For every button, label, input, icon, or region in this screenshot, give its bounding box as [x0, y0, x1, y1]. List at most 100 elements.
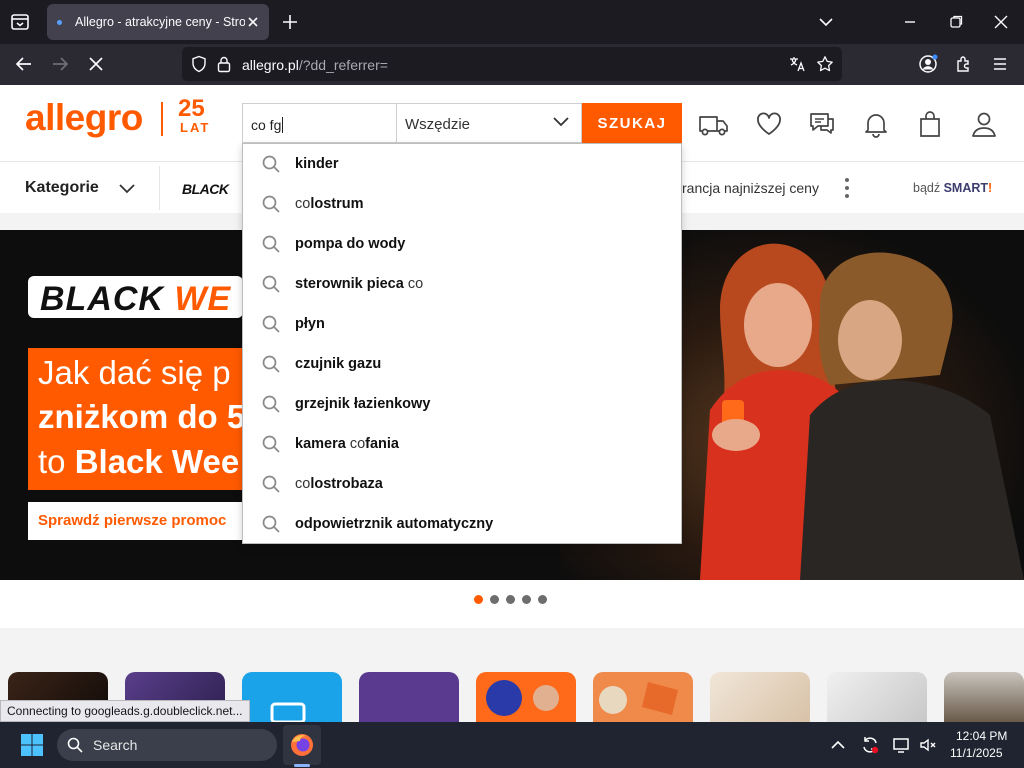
black-week-link[interactable]: BLACK: [182, 181, 229, 197]
status-bar-tooltip: Connecting to googleads.g.doubleclick.ne…: [0, 700, 250, 722]
anniversary-word: LAT: [180, 120, 211, 135]
carousel-band: [0, 580, 1024, 628]
messages-chat-icon[interactable]: [807, 109, 837, 139]
promo-tile[interactable]: [710, 672, 810, 722]
carousel-dot[interactable]: [522, 595, 531, 604]
search-suggestion-text: kamera cofania: [295, 436, 399, 452]
user-profile-icon[interactable]: [969, 109, 999, 139]
close-window-icon[interactable]: [991, 12, 1011, 32]
promo-line-1: Jak dać się p: [38, 354, 231, 391]
search-suggestions-dropdown: kinder colostrum pompa do wody sterownik pi…: [242, 143, 682, 544]
divider: [159, 166, 160, 210]
promo-tile[interactable]: [242, 672, 342, 722]
volume-muted-icon[interactable]: [918, 735, 938, 755]
search-suggestion-item[interactable]: colostrum: [243, 184, 681, 224]
forward-arrow-icon[interactable]: [50, 54, 70, 74]
search-suggestion-text: pompa do wody: [295, 236, 406, 252]
search-suggestion-item[interactable]: odpowietrznik automatyczny: [243, 504, 681, 544]
search-icon: [261, 394, 281, 414]
sync-update-icon[interactable]: [860, 735, 880, 755]
search-input[interactable]: co fg: [242, 103, 397, 143]
lock-icon[interactable]: [216, 55, 232, 73]
account-icon[interactable]: [918, 54, 938, 74]
list-all-tabs-chevron-icon[interactable]: [816, 12, 836, 32]
search-suggestion-item[interactable]: czujnik gazu: [243, 344, 681, 384]
translate-icon[interactable]: [788, 55, 806, 73]
black-week-badge: BLACK WE: [28, 276, 244, 318]
search-suggestion-text: czujnik gazu: [295, 356, 382, 372]
taskbar-search-box[interactable]: Search: [57, 729, 277, 761]
delivery-truck-icon[interactable]: [697, 109, 728, 139]
search-suggestion-item[interactable]: kinder: [243, 144, 681, 184]
search-suggestion-text: kinder: [295, 156, 339, 172]
tab-close-icon[interactable]: [245, 14, 261, 30]
search-suggestion-text: grzejnik łazienkowy: [295, 396, 431, 412]
bookmark-star-icon[interactable]: [816, 55, 834, 73]
network-display-icon[interactable]: [892, 735, 912, 755]
carousel-dot[interactable]: [538, 595, 547, 604]
browser-nav-bar: allegro.pl/?dd_referrer=: [0, 44, 1024, 85]
promo-tile[interactable]: [359, 672, 459, 722]
taskbar-search-label: Search: [93, 737, 138, 753]
hero-photo-man: [800, 245, 1024, 580]
notifications-bell-icon[interactable]: [861, 109, 891, 139]
search-suggestion-item[interactable]: kamera cofania: [243, 424, 681, 464]
tracking-protection-shield-icon[interactable]: [190, 55, 208, 73]
search-suggestion-text: odpowietrznik automatyczny: [295, 516, 494, 532]
search-icon: [261, 314, 281, 334]
clock-date[interactable]: 11/1/2025: [950, 746, 1003, 760]
search-icon: [261, 154, 281, 174]
search-suggestion-item[interactable]: sterownik pieca co: [243, 264, 681, 304]
windows-start-icon[interactable]: [20, 733, 44, 757]
promo-tile[interactable]: [593, 672, 693, 722]
smart-promo-link[interactable]: bądź SMART!: [913, 181, 992, 195]
search-suggestion-text: colostrum: [295, 196, 364, 212]
promo-tile[interactable]: [827, 672, 927, 722]
carousel-dot[interactable]: [506, 595, 515, 604]
search-icon: [261, 194, 281, 214]
search-icon: [261, 354, 281, 374]
search-suggestion-item[interactable]: colostrobaza: [243, 464, 681, 504]
shopping-bag-icon[interactable]: [915, 109, 945, 139]
url-text[interactable]: allegro.pl/?dd_referrer=: [242, 57, 388, 73]
heart-favorites-icon[interactable]: [754, 109, 784, 139]
url-bar[interactable]: allegro.pl/?dd_referrer=: [182, 47, 842, 81]
promo-cta-button[interactable]: Sprawdź pierwsze promoc: [28, 502, 258, 540]
browser-tab-strip: Allegro - atrakcyjne ceny - Strona: [0, 0, 1024, 44]
firefox-taskbar-icon[interactable]: [283, 725, 321, 765]
allegro-logo[interactable]: allegro: [25, 97, 143, 139]
clock-time[interactable]: 12:04 PM: [956, 729, 1007, 743]
carousel-dot[interactable]: [474, 595, 483, 604]
stop-loading-icon[interactable]: [86, 54, 106, 74]
tab-allegro[interactable]: Allegro - atrakcyjne ceny - Strona: [47, 4, 269, 40]
tray-chevron-up-icon[interactable]: [828, 735, 848, 755]
restore-icon[interactable]: [946, 12, 966, 32]
back-arrow-icon[interactable]: [14, 54, 34, 74]
minimize-icon[interactable]: [900, 12, 920, 32]
promo-line-2: zniżkom do 5: [38, 398, 246, 435]
menu-hamburger-icon[interactable]: [990, 54, 1010, 74]
search-suggestion-text: colostrobaza: [295, 476, 383, 492]
promo-line-3: to Black Wee: [38, 443, 240, 480]
active-app-indicator: [294, 764, 310, 767]
promo-headline-box: Jak dać się p zniżkom do 5 to Black Wee: [28, 348, 258, 490]
search-suggestion-item[interactable]: grzejnik łazienkowy: [243, 384, 681, 424]
more-options-icon[interactable]: [843, 177, 851, 199]
chevron-down-icon[interactable]: [118, 183, 136, 195]
new-tab-plus-icon[interactable]: [280, 12, 300, 32]
search-suggestion-text: płyn: [295, 316, 325, 332]
search-suggestion-item[interactable]: płyn: [243, 304, 681, 344]
tab-title: Allegro - atrakcyjne ceny - Strona: [75, 15, 245, 29]
carousel-dot[interactable]: [490, 595, 499, 604]
logo-divider: [161, 102, 163, 136]
categories-button[interactable]: Kategorie: [25, 179, 99, 197]
promo-tile[interactable]: [944, 672, 1024, 722]
price-guarantee-link[interactable]: rancja najniższej ceny: [682, 180, 819, 196]
search-suggestion-item[interactable]: pompa do wody: [243, 224, 681, 264]
promo-tile[interactable]: [476, 672, 576, 722]
tab-list-icon[interactable]: [8, 10, 32, 34]
search-button[interactable]: SZUKAJ: [582, 103, 682, 143]
chevron-down-icon[interactable]: [552, 115, 570, 129]
extensions-puzzle-icon[interactable]: [954, 54, 974, 74]
search-icon: [261, 274, 281, 294]
